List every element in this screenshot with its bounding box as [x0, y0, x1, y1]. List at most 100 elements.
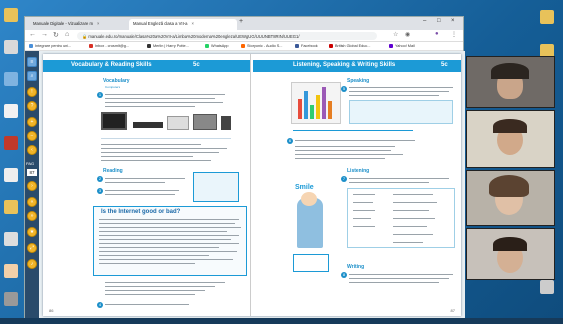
left-page: Vocabulary & Reading Skills 5c Vocabular… — [43, 54, 251, 316]
exercise-number: 7 — [341, 176, 347, 182]
close-icon[interactable]: × — [97, 21, 99, 26]
bookmark-icon — [29, 44, 33, 48]
taskbar — [0, 318, 563, 324]
bookmark-icon — [241, 44, 245, 48]
menu-icon[interactable]: ≡ — [27, 57, 37, 67]
facebook-icon — [295, 44, 299, 48]
maximize-button[interactable]: □ — [437, 18, 441, 24]
address-bar-row: ← → ↻ ⌂ 🔒 manuale.edu.ro/manuale/Clasa%2… — [25, 30, 463, 42]
exercise-number: 6 — [287, 138, 293, 144]
unit-label: 5c — [193, 62, 200, 68]
desktop-icon[interactable] — [4, 72, 18, 86]
zoom-out-icon[interactable]: − — [27, 131, 37, 141]
video-tile[interactable] — [466, 170, 555, 226]
bookmark-item[interactable]: Integrare pentru uni... — [29, 44, 71, 48]
desktop-icon[interactable] — [4, 292, 18, 306]
url-field[interactable]: 🔒 manuale.edu.ro/manuale/Clasa%20a%20VII… — [77, 32, 377, 40]
home-icon[interactable]: ⌂ — [65, 31, 69, 38]
prev-page-icon[interactable]: ‹ — [27, 145, 37, 155]
yahoo-icon — [389, 44, 393, 48]
tab-manual-engleza[interactable]: Manual Engleză clasa a VII-a × — [129, 19, 237, 30]
next-page-icon[interactable]: › — [27, 181, 37, 191]
info-icon[interactable]: ! — [27, 87, 37, 97]
bookmark-icon[interactable]: ★ — [27, 227, 37, 237]
close-window-button[interactable]: × — [451, 18, 455, 24]
right-page: Listening, Speaking & Writing Skills 5c … — [253, 54, 461, 316]
bookmark-item[interactable]: WhatsApp — [205, 44, 229, 48]
profile-icon[interactable]: ● — [435, 31, 439, 37]
listening-heading: Listening — [347, 168, 370, 174]
article-title: Is the Internet good or bad? — [101, 209, 181, 215]
speaking-heading: Speaking — [347, 78, 370, 84]
smile-label: Smile — [295, 184, 314, 191]
tab-bar: Manuale Digitale - Vizualizare m × Manual… — [25, 17, 463, 30]
star-icon[interactable]: ☆ — [393, 31, 398, 38]
bookmark-icon — [329, 44, 333, 48]
back-icon[interactable]: ← — [29, 31, 36, 38]
tab-manuale-digitale[interactable]: Manuale Digitale - Vizualizare m × — [29, 19, 127, 30]
zoom-in-icon[interactable]: + — [27, 117, 37, 127]
bookmark-item[interactable]: Yahoo! Mail — [389, 44, 415, 48]
reload-icon[interactable]: ↻ — [53, 31, 59, 39]
page-label: PAG — [26, 161, 35, 166]
textbook-spread: Vocabulary & Reading Skills 5c Vocabular… — [43, 54, 461, 316]
reading-heading: Reading — [103, 168, 123, 174]
desktop-icon[interactable] — [4, 136, 18, 150]
exercise-number: 8 — [341, 272, 347, 278]
first-page-icon[interactable]: « — [27, 197, 37, 207]
viewer-toolbar: ≡ ⌕ ! ? + − ‹ PAG 87 › « » ★ ⤢ ♪ — [25, 51, 39, 319]
page-number-input[interactable]: 87 — [27, 169, 37, 176]
gmail-icon — [89, 44, 93, 48]
exercise-number: 4 — [97, 302, 103, 308]
vocabulary-heading: Vocabulary — [103, 78, 130, 84]
exercise-number: 2 — [97, 176, 103, 182]
help-icon[interactable]: ? — [27, 101, 37, 111]
desktop-icon[interactable] — [540, 10, 554, 24]
menu-icon[interactable]: ⋮ — [451, 31, 457, 38]
url-text: manuale.edu.ro/manuale/Clasa%20a%20VII-a… — [88, 34, 300, 39]
left-page-banner: Vocabulary & Reading Skills 5c — [43, 60, 250, 72]
speakers-image — [221, 116, 231, 130]
desktop-icon[interactable] — [4, 104, 18, 118]
exercise-number: 5 — [341, 86, 347, 92]
computer-image — [101, 112, 127, 130]
video-tile[interactable] — [466, 110, 555, 168]
laptop-image — [193, 114, 217, 130]
unit-label: 5c — [441, 62, 448, 68]
writing-heading: Writing — [347, 264, 365, 270]
extension-icon[interactable]: ◉ — [405, 31, 410, 38]
forward-icon[interactable]: → — [41, 31, 48, 38]
desktop-icon[interactable] — [540, 280, 554, 294]
video-tile[interactable] — [466, 56, 555, 108]
speaking-phrase-box — [349, 100, 453, 124]
bookmark-icon — [147, 44, 151, 48]
bookmark-item[interactable]: Inbox - crosmlt@g... — [89, 44, 129, 48]
exercise-number: 1 — [97, 92, 103, 98]
banner-title: Vocabulary & Reading Skills — [71, 62, 152, 68]
desktop-icon[interactable] — [4, 232, 18, 246]
desktop-icon[interactable] — [4, 168, 18, 182]
fullscreen-icon[interactable]: ⤢ — [27, 243, 37, 253]
bookmark-item[interactable]: British Global Educ... — [329, 44, 370, 48]
page-number: 86 — [49, 308, 54, 313]
whatsapp-icon — [205, 44, 209, 48]
audio-icon[interactable]: ♪ — [27, 259, 37, 269]
desktop-icon[interactable] — [4, 8, 18, 22]
desktop-icon[interactable] — [4, 40, 18, 54]
desktop-icon[interactable] — [4, 200, 18, 214]
bookmark-item[interactable]: Merlin | Harry Potte... — [147, 44, 189, 48]
video-tile[interactable] — [466, 228, 555, 280]
browser-window: Manuale Digitale - Vizualizare m × Manual… — [24, 16, 465, 319]
bookmark-item[interactable]: Facebook — [295, 44, 318, 48]
minimize-button[interactable]: – — [423, 18, 426, 24]
new-tab-button[interactable]: + — [239, 18, 243, 25]
right-page-banner: Listening, Speaking & Writing Skills 5c — [253, 60, 461, 72]
manual-viewer: ≡ ⌕ ! ? + − ‹ PAG 87 › « » ★ ⤢ ♪ Vocabul… — [25, 51, 465, 319]
close-icon[interactable]: × — [191, 21, 193, 26]
desktop-icon[interactable] — [4, 264, 18, 278]
bookmark-item[interactable]: Storyonic - Audio S... — [241, 44, 282, 48]
search-icon[interactable]: ⌕ — [27, 71, 37, 81]
bookmarks-bar: Integrare pentru uni... Inbox - crosmlt@… — [25, 42, 463, 51]
last-page-icon[interactable]: » — [27, 211, 37, 221]
chart-image — [291, 82, 341, 124]
